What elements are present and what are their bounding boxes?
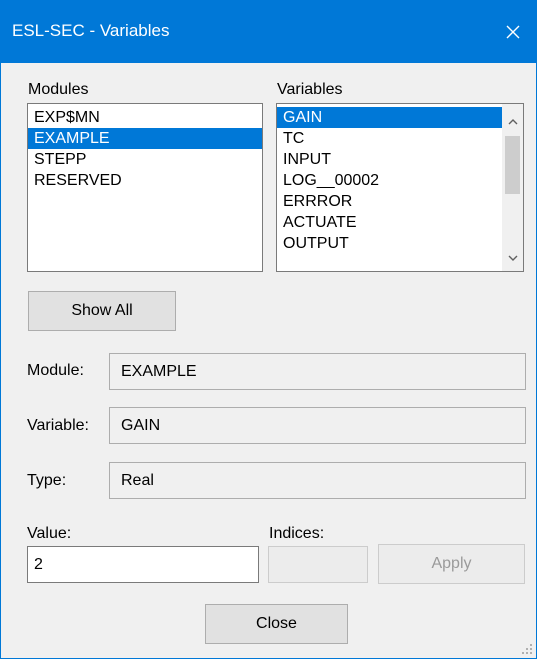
module-label: Module: bbox=[27, 362, 84, 379]
variables-list-item[interactable]: INPUT bbox=[277, 149, 502, 170]
type-label: Type: bbox=[27, 472, 67, 489]
module-value: EXAMPLE bbox=[121, 362, 197, 380]
variable-label: Variable: bbox=[27, 417, 89, 434]
modules-list-item[interactable]: RESERVED bbox=[28, 170, 262, 191]
variables-list-item[interactable]: GAIN bbox=[277, 107, 502, 128]
variables-label: Variables bbox=[277, 81, 343, 98]
modules-list-item[interactable]: STEPP bbox=[28, 149, 262, 170]
type-field: Real bbox=[109, 462, 526, 499]
variables-list-item[interactable]: LOG__00002 bbox=[277, 170, 502, 191]
variables-list-item[interactable]: ERRROR bbox=[277, 191, 502, 212]
resize-grip-icon[interactable] bbox=[521, 643, 533, 655]
scroll-thumb[interactable] bbox=[505, 136, 520, 194]
value-text: 2 bbox=[34, 555, 43, 573]
value-label: Value: bbox=[27, 525, 72, 542]
title-bar: ESL-SEC - Variables bbox=[1, 1, 536, 63]
indices-label: Indices: bbox=[269, 525, 325, 542]
window-title: ESL-SEC - Variables bbox=[12, 21, 170, 40]
variables-listbox[interactable]: GAIN TC INPUT LOG__00002 ERRROR ACTUATE OUTPUT bbox=[276, 103, 524, 272]
variables-list-item[interactable]: ACTUATE bbox=[277, 212, 502, 233]
variables-dialog: ESL-SEC - Variables Modules EXP$MN EXAMPL… bbox=[0, 0, 537, 659]
variables-list-item[interactable]: TC bbox=[277, 128, 502, 149]
modules-label: Modules bbox=[28, 81, 89, 98]
value-input[interactable]: 2 bbox=[27, 546, 259, 583]
chevron-up-icon bbox=[508, 119, 517, 125]
scroll-up-arrow[interactable] bbox=[502, 112, 523, 132]
close-window-button[interactable] bbox=[490, 1, 536, 63]
apply-button[interactable]: Apply bbox=[378, 544, 525, 584]
variables-scrollbar[interactable] bbox=[502, 104, 523, 271]
chevron-down-icon bbox=[508, 255, 517, 261]
close-button[interactable]: Close bbox=[205, 604, 348, 644]
module-field: EXAMPLE bbox=[109, 353, 526, 390]
close-icon bbox=[506, 25, 520, 39]
scroll-down-arrow[interactable] bbox=[502, 248, 523, 268]
show-all-button[interactable]: Show All bbox=[28, 291, 176, 331]
modules-list-item[interactable]: EXP$MN bbox=[28, 107, 262, 128]
modules-list-item[interactable]: EXAMPLE bbox=[28, 128, 262, 149]
indices-input[interactable] bbox=[268, 546, 368, 583]
modules-listbox[interactable]: EXP$MN EXAMPLE STEPP RESERVED bbox=[27, 103, 263, 272]
variables-items: GAIN TC INPUT LOG__00002 ERRROR ACTUATE OUTPUT bbox=[277, 104, 523, 254]
variables-list-item[interactable]: OUTPUT bbox=[277, 233, 502, 254]
variable-value: GAIN bbox=[121, 416, 161, 434]
variable-field: GAIN bbox=[109, 407, 526, 444]
type-value: Real bbox=[121, 471, 154, 489]
